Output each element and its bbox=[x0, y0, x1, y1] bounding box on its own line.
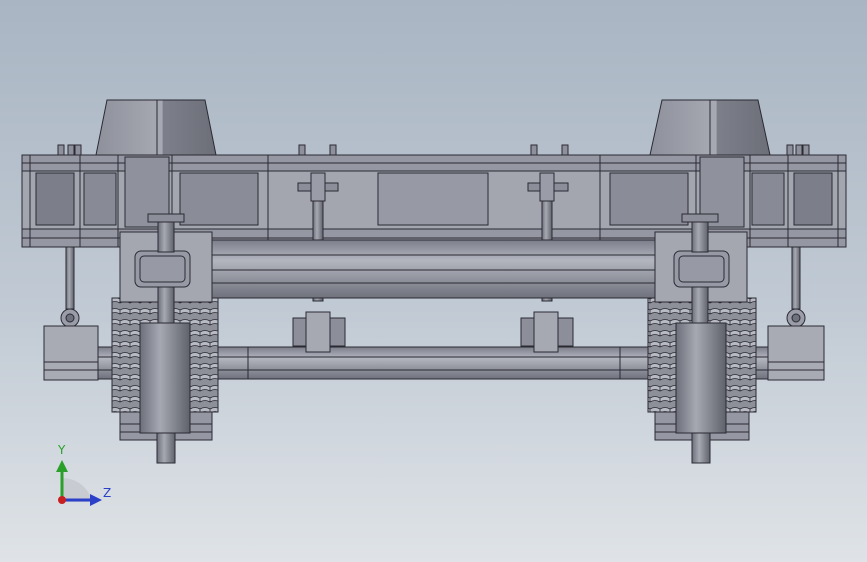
coordinate-triad bbox=[56, 460, 102, 506]
upper-beam-tube bbox=[199, 239, 667, 299]
y-axis-arrowhead bbox=[56, 460, 68, 472]
right-end-bracket bbox=[767, 325, 825, 381]
triad-z-label: Z bbox=[103, 486, 112, 500]
x-axis-origin bbox=[58, 496, 66, 504]
left-hanger-link bbox=[60, 246, 80, 328]
right-cone-housing bbox=[649, 99, 771, 156]
right-hanger-link bbox=[786, 246, 806, 328]
z-axis-arrowhead bbox=[90, 494, 102, 506]
left-cone-housing bbox=[95, 99, 217, 156]
bogie-assembly-model[interactable] bbox=[0, 0, 867, 562]
triad-plane-indicator bbox=[62, 477, 92, 502]
left-end-bracket bbox=[43, 325, 99, 381]
triad-y-label: Y bbox=[58, 443, 66, 457]
cad-viewport[interactable]: Y Z bbox=[0, 0, 867, 562]
